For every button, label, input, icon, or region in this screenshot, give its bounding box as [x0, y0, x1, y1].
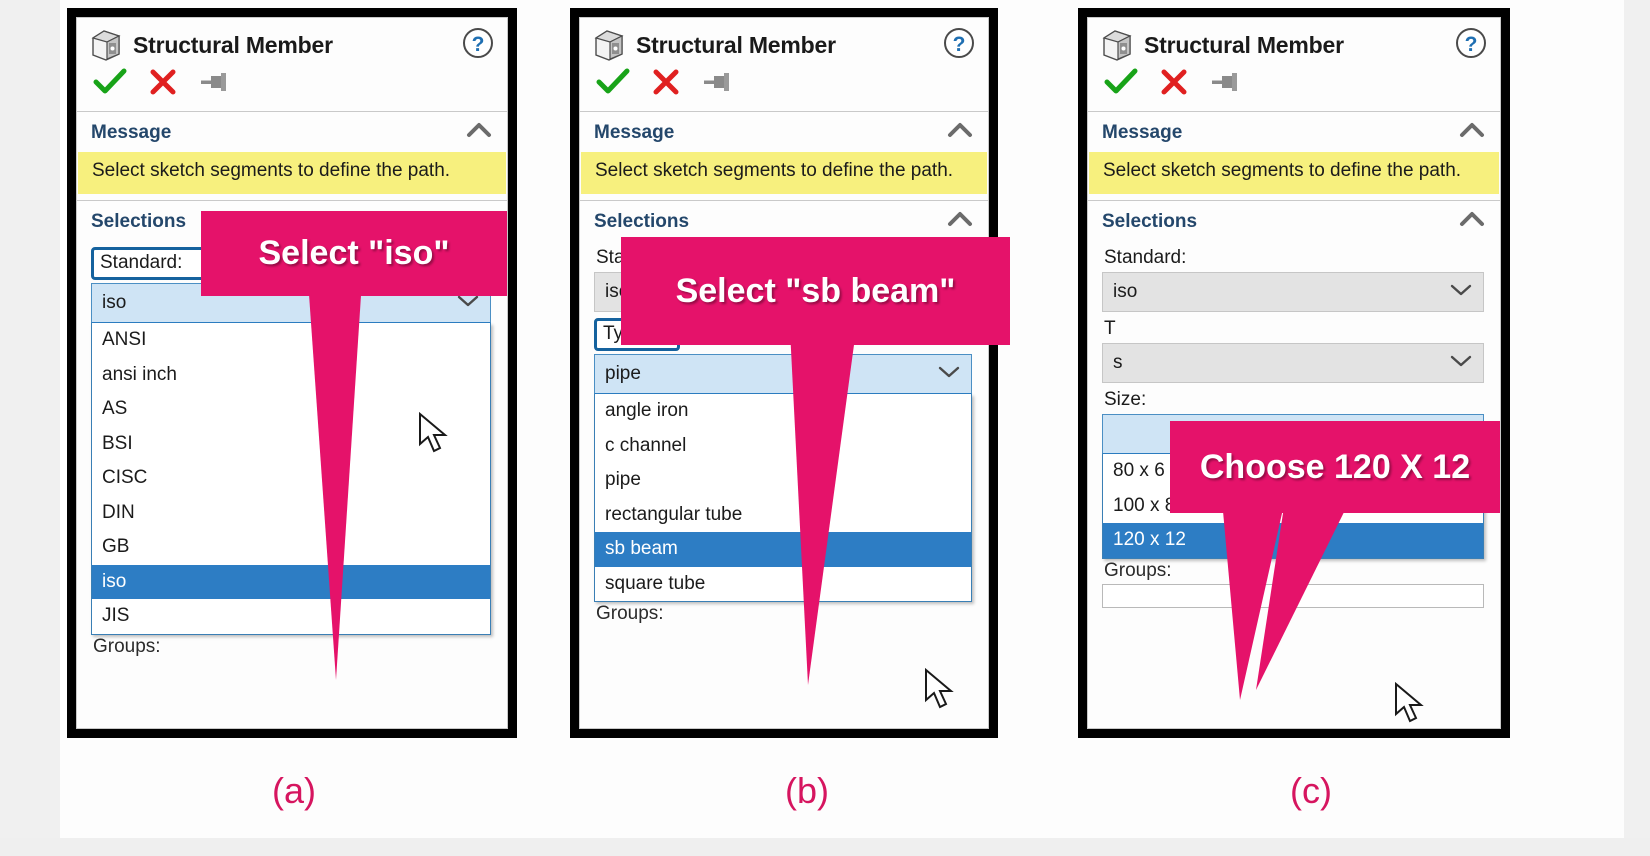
structural-member-cube-icon [1100, 28, 1134, 62]
message-section-header[interactable]: Message [1088, 112, 1500, 152]
message-text: Select sketch segments to define the pat… [78, 152, 506, 195]
svg-text:?: ? [1465, 33, 1478, 56]
pin-icon[interactable] [1210, 68, 1242, 101]
panel-a-toolbar [77, 66, 507, 112]
caption-b: (b) [785, 770, 829, 811]
standard-combo[interactable]: iso [1102, 272, 1484, 313]
message-section-title: Message [1102, 122, 1183, 143]
standard-label: Standard: [91, 247, 214, 280]
chevron-up-icon[interactable] [946, 121, 974, 145]
message-text: Select sketch segments to define the pat… [1089, 152, 1499, 195]
figure-canvas: Structural Member ? Message Select sketc… [0, 0, 1650, 856]
mouse-cursor [925, 668, 954, 709]
callout-c-tail [1222, 500, 1350, 700]
caption-a: (a) [272, 770, 316, 811]
pin-icon[interactable] [199, 68, 231, 101]
cancel-x-icon[interactable] [149, 68, 177, 101]
callout-a: Select "iso" [201, 211, 507, 296]
callout-c: Choose 120 X 12 [1170, 421, 1500, 513]
callout-b-box: Select "sb beam" [621, 237, 1010, 345]
caption-c: (c) [1290, 770, 1332, 811]
message-section-header[interactable]: Message [77, 112, 507, 152]
panel-c-header: Structural Member ? [1088, 18, 1500, 66]
ok-checkmark-icon[interactable] [1104, 68, 1138, 101]
message-text: Select sketch segments to define the pat… [581, 152, 987, 195]
standard-combo-value: iso [102, 291, 127, 313]
cancel-x-icon[interactable] [1160, 68, 1188, 101]
ok-checkmark-icon[interactable] [596, 68, 630, 101]
chevron-up-icon[interactable] [946, 210, 974, 234]
right-margin [1624, 0, 1650, 856]
callout-b-tail [790, 330, 856, 685]
type-combo-value: s [1113, 352, 1123, 374]
standard-label: Standard: [1104, 247, 1187, 269]
panel-c-toolbar [1088, 66, 1500, 112]
help-question-icon[interactable]: ? [461, 26, 495, 65]
callout-c-box: Choose 120 X 12 [1170, 421, 1500, 513]
panel-a-header: Structural Member ? [77, 18, 507, 66]
panel-title: Structural Member [133, 31, 333, 58]
svg-text:?: ? [472, 33, 485, 56]
chevron-up-icon[interactable] [465, 121, 493, 145]
type-combo-value: pipe [605, 362, 641, 384]
selections-section-header[interactable]: Selections [1088, 201, 1500, 241]
cancel-x-icon[interactable] [652, 68, 680, 101]
chevron-down-icon[interactable] [937, 363, 961, 385]
panel-b-header: Structural Member ? [580, 18, 988, 66]
mouse-cursor [419, 412, 448, 453]
panel-b-toolbar [580, 66, 988, 112]
standard-combo-value: iso [1113, 281, 1138, 303]
help-question-icon[interactable]: ? [942, 26, 976, 65]
svg-text:?: ? [953, 33, 966, 56]
chevron-down-icon[interactable] [1449, 352, 1473, 374]
callout-a-tail [308, 280, 362, 680]
mouse-cursor [1395, 682, 1424, 723]
message-section-header[interactable]: Message [580, 112, 988, 152]
type-label: T [1104, 318, 1116, 340]
ok-checkmark-icon[interactable] [93, 68, 127, 101]
selections-section-header[interactable]: Selections [580, 201, 988, 241]
chevron-up-icon[interactable] [1458, 121, 1486, 145]
bottom-margin [0, 838, 1650, 856]
left-margin [0, 0, 60, 856]
selections-section-title: Selections [594, 211, 690, 233]
message-section-title: Message [594, 122, 675, 143]
help-question-icon[interactable]: ? [1454, 26, 1488, 65]
selections-section-title: Selections [91, 211, 187, 233]
panel-title: Structural Member [1144, 31, 1344, 58]
message-section-title: Message [91, 122, 172, 143]
chevron-up-icon[interactable] [1458, 210, 1486, 234]
pin-icon[interactable] [702, 68, 734, 101]
structural-member-cube-icon [89, 28, 123, 62]
size-label: Size: [1104, 389, 1147, 411]
callout-a-box: Select "iso" [201, 211, 507, 296]
chevron-down-icon[interactable] [1449, 281, 1473, 303]
callout-b: Select "sb beam" [621, 237, 1010, 345]
panel-title: Structural Member [636, 31, 836, 58]
selections-section-title: Selections [1102, 211, 1198, 233]
type-combo[interactable]: s [1102, 343, 1484, 384]
structural-member-cube-icon [592, 28, 626, 62]
